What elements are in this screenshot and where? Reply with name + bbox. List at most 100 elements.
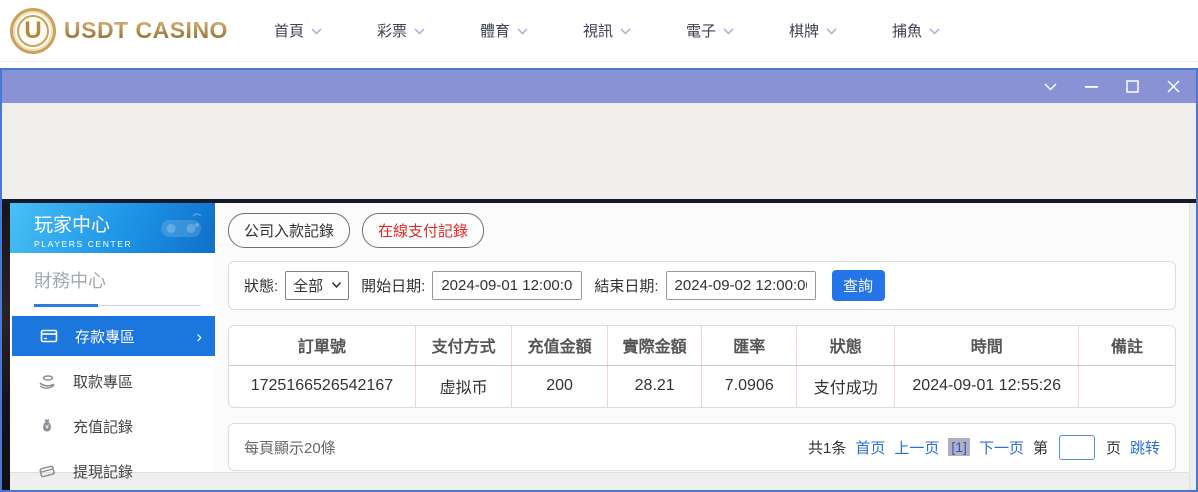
svg-text:¥: ¥	[45, 424, 49, 431]
start-date-input[interactable]	[432, 271, 582, 300]
col-status: 狀態	[797, 326, 895, 365]
sidebar: 玩家中心 PLAYERS CENTER 財務中心	[10, 203, 215, 472]
records-table-panel: 訂單號 支付方式 充值金額 實際金額 匯率 狀態 時間 備註	[228, 325, 1176, 408]
sidebar-item-withdraw[interactable]: 取款專區	[10, 361, 215, 401]
total-count: 共1条	[808, 437, 846, 458]
pagination-controls: 共1条 首页 上一页 [1] 下一页 第 页 跳转	[808, 435, 1160, 460]
cell-order-no: 1725166526542167	[229, 365, 415, 407]
chevron-down-icon	[414, 28, 425, 35]
col-remark: 備註	[1078, 326, 1175, 365]
cell-payment-method: 虚拟币	[415, 365, 511, 407]
nav-label: 體育	[480, 20, 510, 41]
chevron-down-icon	[517, 28, 528, 35]
col-payment-method: 支付方式	[415, 326, 511, 365]
main-menu: 首頁 彩票 體育 視訊 電子 棋牌 捕魚	[274, 20, 940, 41]
chevron-down-icon	[332, 280, 341, 291]
col-recharge-amount: 充值金額	[512, 326, 608, 365]
end-date-label: 結束日期:	[594, 275, 658, 296]
minimize-icon[interactable]	[1084, 80, 1098, 94]
nav-label: 捕魚	[892, 20, 922, 41]
first-page-link[interactable]: 首页	[855, 437, 885, 458]
cell-actual-amount: 28.21	[607, 365, 702, 407]
next-page-link[interactable]: 下一页	[979, 437, 1024, 458]
status-select-value: 全部	[293, 275, 323, 296]
jump-suffix-label: 页	[1106, 437, 1121, 458]
records-table: 訂單號 支付方式 充值金額 實際金額 匯率 狀態 時間 備註	[229, 326, 1175, 407]
player-center-window: 玩家中心 PLAYERS CENTER 財務中心	[0, 68, 1198, 492]
brand-logo[interactable]: U USDT CASINO	[10, 8, 228, 54]
nav-item-home[interactable]: 首頁	[274, 20, 322, 41]
prev-page-link[interactable]: 上一页	[894, 437, 939, 458]
status-label: 狀態:	[244, 275, 278, 296]
cell-remark	[1078, 365, 1175, 407]
sidebar-item-withdrawal-record[interactable]: 提現記錄	[10, 451, 215, 491]
nav-label: 彩票	[377, 20, 407, 41]
chevron-down-icon	[311, 28, 322, 35]
section-underline	[34, 303, 201, 306]
nav-item-chess[interactable]: 棋牌	[789, 20, 837, 41]
col-order-no: 訂單號	[229, 326, 415, 365]
sidebar-menu: 存款專區 › 取款專區 ¥	[10, 316, 215, 491]
bank-card-icon	[40, 327, 58, 345]
sidebar-item-label: 提現記錄	[73, 461, 133, 482]
chevron-down-icon	[826, 28, 837, 35]
chevron-right-icon: ›	[196, 328, 202, 345]
current-page-badge[interactable]: [1]	[948, 438, 970, 456]
maximize-icon[interactable]	[1125, 80, 1139, 94]
col-time: 時間	[895, 326, 1079, 365]
cell-time: 2024-09-01 12:55:26	[895, 365, 1079, 407]
nav-item-slots[interactable]: 電子	[686, 20, 734, 41]
page-size-text: 每頁顯示20條	[244, 437, 336, 458]
record-tabs: 公司入款記錄 在線支付記錄	[228, 213, 1196, 248]
cell-exchange-rate: 7.0906	[702, 365, 797, 407]
chevron-down-icon	[929, 28, 940, 35]
col-exchange-rate: 匯率	[702, 326, 797, 365]
nav-label: 視訊	[583, 20, 613, 41]
brand-name: USDT CASINO	[64, 17, 228, 44]
collapse-icon[interactable]	[1043, 80, 1057, 94]
wallet-icon	[38, 462, 56, 480]
tab-company-deposit-record[interactable]: 公司入款記錄	[228, 213, 350, 248]
end-date-input[interactable]	[666, 271, 816, 300]
nav-item-live[interactable]: 視訊	[583, 20, 631, 41]
nav-label: 首頁	[274, 20, 304, 41]
main-content: 公司入款記錄 在線支付記錄 狀態: 全部 開始日期: 結束日期: 查詢	[215, 203, 1196, 472]
background-strip	[2, 203, 10, 490]
sidebar-item-label: 取款專區	[73, 371, 133, 392]
scrollbar[interactable]	[1189, 203, 1196, 490]
top-navbar: U USDT CASINO 首頁 彩票 體育 視訊 電子 棋牌 捕魚	[0, 0, 1198, 62]
gamepad-icon	[155, 212, 207, 247]
col-actual-amount: 實際金額	[607, 326, 702, 365]
nav-item-sports[interactable]: 體育	[480, 20, 528, 41]
table-row: 1725166526542167 虚拟币 200 28.21 7.0906 支付…	[229, 365, 1175, 407]
money-bag-icon: ¥	[38, 417, 56, 435]
jump-prefix-label: 第	[1033, 437, 1048, 458]
chevron-down-icon	[723, 28, 734, 35]
nav-label: 棋牌	[789, 20, 819, 41]
logo-letter: U	[17, 15, 49, 47]
sidebar-header: 玩家中心 PLAYERS CENTER	[10, 203, 215, 253]
nav-label: 電子	[686, 20, 716, 41]
page-jump-input[interactable]	[1059, 435, 1095, 460]
logo-icon: U	[10, 8, 56, 54]
filter-bar: 狀態: 全部 開始日期: 結束日期: 查詢	[228, 261, 1176, 310]
start-date-label: 開始日期:	[361, 275, 425, 296]
search-button[interactable]: 查詢	[832, 270, 885, 301]
sidebar-section-title: 財務中心	[34, 267, 215, 293]
jump-action-link[interactable]: 跳转	[1130, 437, 1160, 458]
cell-recharge-amount: 200	[512, 365, 608, 407]
table-header-row: 訂單號 支付方式 充值金額 實際金額 匯率 狀態 時間 備註	[229, 326, 1175, 365]
nav-item-fishing[interactable]: 捕魚	[892, 20, 940, 41]
nav-item-lottery[interactable]: 彩票	[377, 20, 425, 41]
chevron-down-icon	[620, 28, 631, 35]
sidebar-item-deposit[interactable]: 存款專區 ›	[12, 316, 215, 356]
tab-online-payment-record[interactable]: 在線支付記錄	[362, 213, 484, 248]
sidebar-item-recharge-record[interactable]: ¥ 充值記錄	[10, 406, 215, 446]
window-empty-area	[2, 103, 1196, 199]
hand-money-icon	[38, 372, 56, 390]
close-icon[interactable]	[1166, 80, 1180, 94]
status-select[interactable]: 全部	[285, 271, 349, 300]
sidebar-item-label: 充值記錄	[73, 416, 133, 437]
sidebar-item-label: 存款專區	[75, 326, 135, 347]
cell-status: 支付成功	[797, 365, 895, 407]
